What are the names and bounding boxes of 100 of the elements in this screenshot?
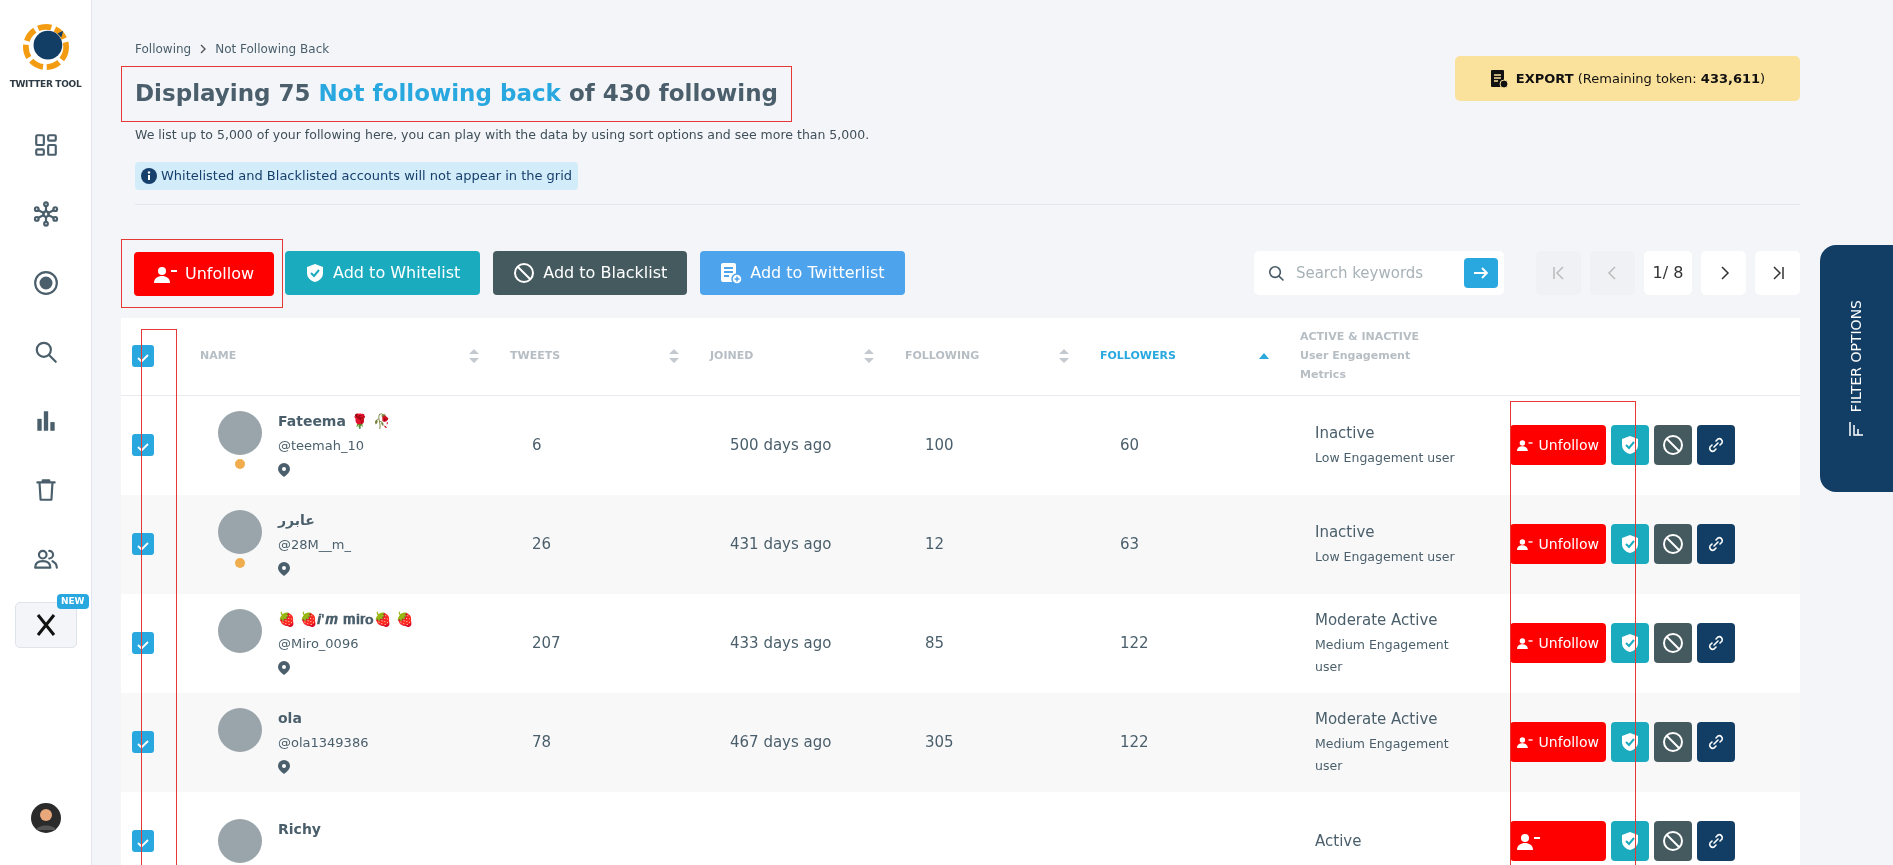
table-cell: 467 days ago bbox=[730, 733, 832, 752]
table-cell: 207 bbox=[532, 634, 561, 653]
blacklist-button[interactable] bbox=[1654, 623, 1692, 664]
table-cell: 78 bbox=[532, 733, 552, 752]
ban-icon bbox=[513, 262, 536, 285]
user-minus-icon bbox=[154, 264, 177, 283]
user-name: Richy bbox=[278, 820, 321, 840]
user-handle: @teemah_10 bbox=[278, 437, 365, 456]
whitelist-button[interactable] bbox=[1611, 425, 1649, 466]
whitelist-button[interactable] bbox=[1611, 821, 1649, 862]
user-name: Fateema 🌹 🥀 bbox=[278, 412, 390, 432]
activity-status: Moderate Active bbox=[1315, 709, 1439, 731]
shield-check-icon bbox=[1620, 435, 1640, 456]
target-icon[interactable] bbox=[32, 269, 59, 296]
blacklist-button[interactable]: Add to Blacklist bbox=[493, 251, 688, 296]
page-indicator: 1/ 8 bbox=[1644, 251, 1692, 296]
unfollow-button[interactable]: Unfollow bbox=[1510, 524, 1606, 565]
user-name: 🍓 🍓𝒊'𝒎 𝐦𝐢𝐫𝐨🍓 🍓 bbox=[278, 610, 413, 630]
table-cell: 12 bbox=[925, 535, 945, 554]
activity-status: Active bbox=[1315, 831, 1363, 853]
blacklist-button[interactable] bbox=[1654, 425, 1692, 466]
info-icon bbox=[141, 168, 157, 185]
checkbox[interactable] bbox=[132, 434, 154, 457]
blacklist-button[interactable] bbox=[1654, 821, 1692, 862]
ban-icon bbox=[1662, 731, 1684, 754]
ban-icon bbox=[1662, 533, 1684, 556]
ban-icon bbox=[1662, 632, 1684, 655]
checkbox[interactable] bbox=[132, 345, 154, 368]
list-document-icon bbox=[720, 262, 743, 285]
unfollow-button[interactable]: Unfollow bbox=[134, 251, 275, 296]
checkbox[interactable] bbox=[132, 830, 154, 853]
blacklist-button[interactable] bbox=[1654, 722, 1692, 763]
search-icon bbox=[1268, 264, 1284, 283]
new-badge: NEW bbox=[56, 593, 89, 609]
unfollow-button[interactable]: Unfollow bbox=[1510, 722, 1606, 763]
last-page-button[interactable] bbox=[1755, 251, 1800, 296]
avatar-photo-placeholder bbox=[218, 609, 262, 654]
brand-name: TWITTER TOOL bbox=[9, 78, 82, 91]
column-header[interactable]: FOLLOWERS bbox=[1100, 348, 1176, 365]
whitelist-button[interactable]: Add to Whitelist bbox=[285, 251, 481, 296]
blacklist-button[interactable] bbox=[1654, 524, 1692, 565]
breadcrumb-link[interactable]: Following bbox=[135, 40, 192, 58]
checkbox[interactable] bbox=[132, 632, 154, 655]
whitelist-button[interactable] bbox=[1611, 524, 1649, 565]
page-title: Displaying 75 Not following back of 430 following bbox=[121, 66, 793, 122]
export-document-icon bbox=[1489, 69, 1508, 88]
whitelist-button[interactable] bbox=[1611, 722, 1649, 763]
table-cell: 431 days ago bbox=[730, 535, 832, 554]
activity-status: Inactive bbox=[1315, 423, 1376, 445]
first-page-icon bbox=[1550, 265, 1567, 282]
twitterlist-button[interactable]: Add to Twitterlist bbox=[700, 251, 905, 296]
filter-options-tab[interactable]: FILTER OPTIONS bbox=[1820, 245, 1893, 492]
activity-status: Inactive bbox=[1315, 522, 1376, 544]
shield-check-icon bbox=[1620, 534, 1640, 555]
column-subheader: User Engagement Metrics bbox=[1300, 347, 1412, 383]
brand-logo-icon bbox=[22, 24, 69, 70]
whitelist-button[interactable] bbox=[1611, 623, 1649, 664]
table-cell: 26 bbox=[532, 535, 552, 554]
network-icon[interactable] bbox=[32, 200, 59, 227]
copy-link-button[interactable] bbox=[1697, 524, 1735, 565]
avatar-photo-placeholder bbox=[218, 708, 262, 753]
table-cell: 63 bbox=[1120, 535, 1140, 554]
user-handle: @28M__m_ bbox=[278, 536, 351, 555]
table-cell: 122 bbox=[1120, 733, 1149, 752]
info-text: Whitelisted and Blacklisted accounts will not appear in the grid bbox=[161, 167, 573, 186]
engagement-level: Low Engagement user bbox=[1315, 547, 1456, 566]
location-pin-icon bbox=[278, 760, 290, 775]
avatar-photo-placeholder bbox=[218, 510, 262, 555]
table-cell: 305 bbox=[925, 733, 954, 752]
shield-check-icon bbox=[1620, 831, 1640, 852]
checkbox[interactable] bbox=[132, 731, 154, 754]
dashboard-icon[interactable] bbox=[32, 131, 59, 158]
table-cell: 100 bbox=[925, 436, 954, 455]
unfollow-button[interactable]: Unfollow bbox=[1510, 623, 1606, 664]
checkbox[interactable] bbox=[132, 533, 154, 556]
location-pin-icon bbox=[278, 463, 290, 478]
search-submit-button[interactable] bbox=[1463, 258, 1498, 289]
avatar-photo-placeholder bbox=[218, 819, 262, 864]
table-cell: 122 bbox=[1120, 634, 1149, 653]
export-button[interactable]: EXPORT (Remaining token: 433,611) bbox=[1455, 56, 1800, 101]
copy-link-button[interactable] bbox=[1697, 821, 1735, 862]
shield-check-icon bbox=[305, 263, 326, 284]
breadcrumb-link[interactable]: Not Following Back bbox=[215, 40, 330, 58]
sort-ascending-icon[interactable] bbox=[1258, 352, 1270, 361]
user-handle: @ola1349386 bbox=[278, 734, 369, 753]
profile-avatar-icon[interactable] bbox=[30, 803, 61, 833]
user-name: عابرر bbox=[278, 511, 316, 531]
avatar-photo-placeholder bbox=[218, 411, 262, 456]
copy-link-button[interactable] bbox=[1697, 425, 1735, 466]
copy-link-button[interactable] bbox=[1697, 722, 1735, 763]
unfollow-button[interactable] bbox=[1510, 821, 1606, 862]
table-cell: 85 bbox=[925, 634, 945, 653]
user-name: ola bbox=[278, 709, 303, 729]
description-text: We list up to 5,000 of your following here, you can play with the data by using sort options and see more than 5,000. bbox=[135, 125, 870, 144]
shield-check-icon bbox=[1620, 633, 1640, 654]
search-field[interactable]: Search keywords bbox=[1254, 251, 1504, 296]
location-pin-icon bbox=[278, 562, 290, 577]
user-handle: @Miro_0096 bbox=[278, 635, 360, 654]
unfollow-button[interactable]: Unfollow bbox=[1510, 425, 1606, 466]
copy-link-button[interactable] bbox=[1697, 623, 1735, 664]
